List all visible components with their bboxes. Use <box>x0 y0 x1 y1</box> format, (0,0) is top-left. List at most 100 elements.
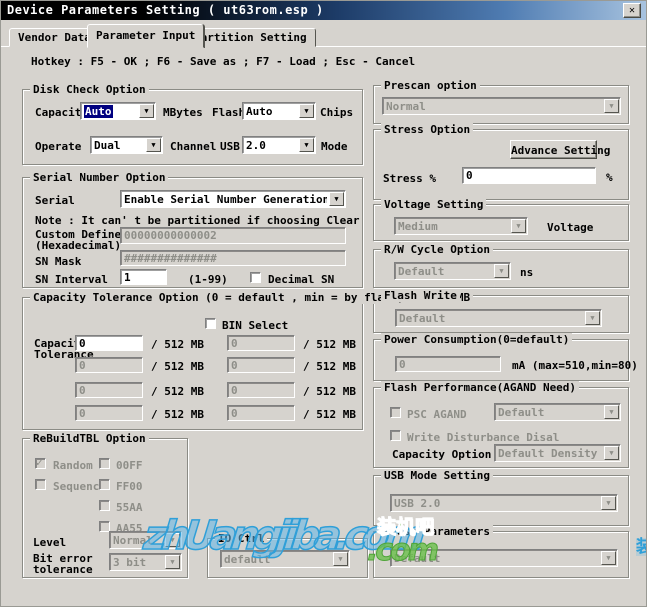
bin-select-label: BIN Select <box>222 319 288 332</box>
mbytes-label: MBytes <box>163 106 203 119</box>
group-io-ctrl: IO Ctrl default ▼ <box>207 538 368 578</box>
close-icon[interactable]: ✕ <box>623 3 641 18</box>
flash-write-dropdown[interactable]: Default ▼ <box>395 309 602 327</box>
random-label: Random <box>53 459 93 472</box>
power-input[interactable] <box>395 356 501 372</box>
dropdown-value: Auto <box>84 105 137 118</box>
tolerance-input-r4c1[interactable] <box>75 405 143 421</box>
random-checkbox[interactable] <box>35 458 46 469</box>
bin-select-checkbox[interactable] <box>205 318 216 329</box>
title-bar[interactable]: Device Parameters Setting ( ut63rom.esp … <box>1 1 647 20</box>
dropdown-value: 3 bit <box>113 556 163 569</box>
group-title: R/W Cycle Option <box>381 243 493 256</box>
prescan-dropdown[interactable]: Normal ▼ <box>382 97 621 115</box>
group-title: USB Mode Setting <box>381 469 493 482</box>
group-title: Disk Check Option <box>30 83 149 96</box>
group-title: IO Ctrl <box>215 532 267 545</box>
serial-note: Note : It can' t be partitioned if choos… <box>35 214 360 227</box>
hotkey-hint: Hotkey : F5 - OK ; F6 - Save as ; F7 - L… <box>31 55 415 68</box>
chevron-down-icon[interactable]: ▼ <box>329 192 344 206</box>
level-label: Level <box>33 536 66 549</box>
selected-text: Auto <box>84 105 113 118</box>
rw-cycle-unit-label: ns <box>520 266 533 279</box>
stress-unit-label: % <box>606 171 613 184</box>
group-flash-write: Flash Write Default ▼ <box>373 295 629 333</box>
chevron-down-icon[interactable]: ▼ <box>604 405 619 419</box>
group-title: Stress Option <box>381 123 473 136</box>
usb-dropdown[interactable]: 2.0 ▼ <box>242 136 316 154</box>
tolerance-input-r1c1[interactable] <box>75 335 143 351</box>
dropdown-value: Medium <box>398 220 509 233</box>
pattern-00ff-checkbox[interactable] <box>99 458 110 469</box>
psc-agand-dropdown[interactable]: Default ▼ <box>494 403 621 421</box>
chevron-down-icon[interactable]: ▼ <box>299 104 314 118</box>
tab-label: Vendor Data <box>18 31 91 44</box>
chevron-down-icon[interactable]: ▼ <box>146 138 161 152</box>
tolerance-input-r2c1[interactable] <box>75 357 143 373</box>
capacity-option-label: Capacity Option <box>392 448 491 461</box>
group-stress: Stress Option Advance Setting Stress % % <box>373 129 629 200</box>
chevron-down-icon[interactable]: ▼ <box>604 99 619 113</box>
dropdown-value: Default <box>394 552 599 565</box>
capacity-dropdown[interactable]: Auto ▼ <box>80 102 156 120</box>
chevron-down-icon[interactable]: ▼ <box>601 551 616 565</box>
sn-interval-range: (1-99) <box>188 273 228 286</box>
rw-cycle-dropdown[interactable]: Default ▼ <box>394 262 511 280</box>
group-rebuildtbl: ReBuildTBL Option Random Sequence 00FF F… <box>22 438 188 578</box>
dropdown-value: Dual <box>94 139 144 152</box>
pattern-ff00-checkbox[interactable] <box>99 479 110 490</box>
usb-mode-dropdown[interactable]: USB 2.0 ▼ <box>390 494 618 512</box>
chevron-down-icon[interactable]: ▼ <box>604 446 619 460</box>
level-dropdown[interactable]: Normal ▼ <box>109 531 182 549</box>
group-title: Serial Number Option <box>30 171 168 184</box>
chevron-down-icon[interactable]: ▼ <box>601 496 616 510</box>
sequence-checkbox[interactable] <box>35 479 46 490</box>
serial-mode-dropdown[interactable]: Enable Serial Number Generation ▼ <box>120 190 346 208</box>
chevron-down-icon[interactable]: ▼ <box>165 555 180 569</box>
flash-dropdown[interactable]: Auto ▼ <box>242 102 316 120</box>
psc-agand-checkbox[interactable] <box>390 407 401 418</box>
tolerance-input-r1c2[interactable] <box>227 335 295 351</box>
bit-error-dropdown[interactable]: 3 bit ▼ <box>109 553 182 571</box>
tolerance-unit: / 512 MB <box>151 338 204 351</box>
tolerance-input-r3c1[interactable] <box>75 382 143 398</box>
dropdown-value: Enable Serial Number Generation <box>124 193 327 206</box>
group-rw-cycle: R/W Cycle Option Default ▼ ns <box>373 249 629 288</box>
stress-percent-input[interactable] <box>462 167 596 184</box>
decimal-sn-checkbox[interactable] <box>250 272 261 283</box>
tolerance-unit: / 512 MB <box>303 385 356 398</box>
tab-partition-setting[interactable]: Partition Setting <box>185 28 316 47</box>
tolerance-input-r2c2[interactable] <box>227 357 295 373</box>
tolerance-unit: / 512 MB <box>303 360 356 373</box>
custom-define-input[interactable] <box>120 227 346 244</box>
pattern-00ff-label: 00FF <box>116 459 143 472</box>
sn-mask-input[interactable] <box>120 250 346 266</box>
tab-parameter-input[interactable]: Parameter Input <box>87 24 204 48</box>
decimal-sn-label: Decimal SN <box>268 273 334 286</box>
pattern-55aa-checkbox[interactable] <box>99 500 110 511</box>
sn-interval-input[interactable] <box>120 269 167 285</box>
chevron-down-icon[interactable]: ▼ <box>139 104 154 118</box>
advance-setting-button[interactable]: Advance Setting <box>510 140 597 159</box>
io-ctrl-dropdown[interactable]: default ▼ <box>220 550 350 568</box>
chevron-down-icon[interactable]: ▼ <box>299 138 314 152</box>
pattern-55aa-label: 55AA <box>116 501 143 514</box>
write-disturbance-checkbox[interactable] <box>390 430 401 441</box>
device-parameters-dialog: Device Parameters Setting ( ut63rom.esp … <box>0 0 647 607</box>
capacity-option-dropdown[interactable]: Default Density ▼ <box>494 444 621 462</box>
group-title: ReBuildTBL Option <box>30 432 149 445</box>
chevron-down-icon[interactable]: ▼ <box>511 219 526 233</box>
chevron-down-icon[interactable]: ▼ <box>585 311 600 325</box>
tolerance-input-r3c2[interactable] <box>227 382 295 398</box>
chevron-down-icon[interactable]: ▼ <box>494 264 509 278</box>
voltage-dropdown[interactable]: Medium ▼ <box>394 217 528 235</box>
flash-parameters-dropdown[interactable]: Default ▼ <box>390 549 618 567</box>
tolerance-unit: / 512 MB <box>151 408 204 421</box>
operate-dropdown[interactable]: Dual ▼ <box>90 136 163 154</box>
chevron-down-icon[interactable]: ▼ <box>165 533 180 547</box>
dropdown-value: Default <box>398 265 492 278</box>
group-flash-performance: Flash Performance(AGAND Need) PSC AGAND … <box>373 387 629 468</box>
chevron-down-icon[interactable]: ▼ <box>333 552 348 566</box>
group-title: Prescan option <box>381 79 480 92</box>
tolerance-input-r4c2[interactable] <box>227 405 295 421</box>
